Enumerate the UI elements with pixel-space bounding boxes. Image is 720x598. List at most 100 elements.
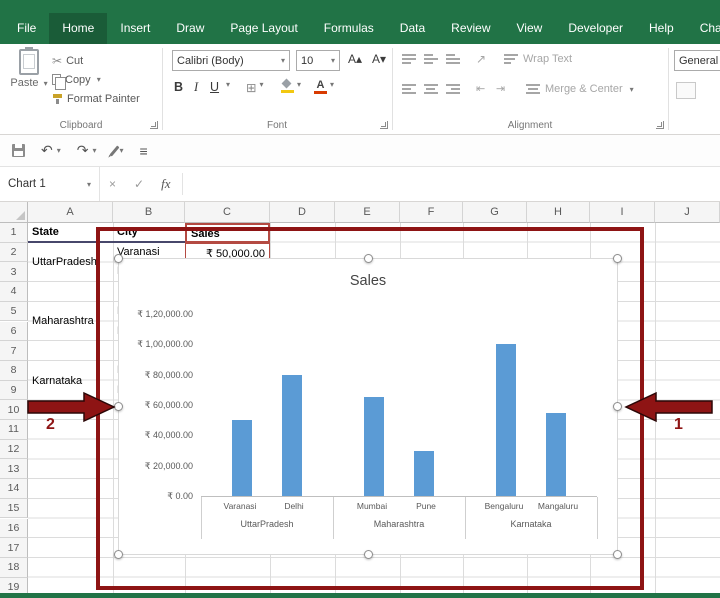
chevron-down-icon[interactable]: ▾ <box>297 80 301 89</box>
tab-file[interactable]: File <box>4 13 49 44</box>
name-box[interactable]: Chart 1 ▾ <box>0 167 100 201</box>
redo-button[interactable]: ↷ ▾ <box>77 142 97 159</box>
enter-button[interactable]: ✓ <box>125 177 153 191</box>
chevron-down-icon[interactable]: ▾ <box>120 146 124 155</box>
cancel-button[interactable]: × <box>100 177 125 191</box>
underline-dropdown[interactable]: ▾ <box>224 80 230 100</box>
chart-bar-varanasi[interactable] <box>231 420 252 496</box>
select-all-corner[interactable] <box>0 202 28 223</box>
chart-handle-top-left[interactable] <box>114 254 123 263</box>
cell-C1[interactable]: Sales <box>185 223 270 243</box>
tab-review[interactable]: Review <box>438 13 503 44</box>
tab-formulas[interactable]: Formulas <box>311 13 387 44</box>
row-header-12[interactable]: 12 <box>0 439 28 460</box>
chevron-down-icon[interactable]: ▾ <box>57 146 61 155</box>
column-header-d[interactable]: D <box>270 202 335 223</box>
row-header-15[interactable]: 15 <box>0 498 28 519</box>
row-header-16[interactable]: 16 <box>0 518 28 539</box>
tab-home[interactable]: Home <box>49 13 108 44</box>
column-header-j[interactable]: J <box>655 202 720 223</box>
tab-chart-design[interactable]: Chart Design <box>687 13 720 44</box>
chevron-down-icon[interactable]: ▾ <box>44 79 48 88</box>
align-center-icon[interactable] <box>424 84 438 94</box>
tab-help[interactable]: Help <box>636 13 687 44</box>
cell-B1[interactable]: City <box>113 223 185 243</box>
insert-function-button[interactable]: fx <box>153 176 178 192</box>
undo-button[interactable]: ↶ ▾ <box>41 142 61 159</box>
column-header-i[interactable]: I <box>590 202 655 223</box>
chevron-down-icon[interactable]: ▾ <box>281 56 285 65</box>
fill-color-button[interactable]: ▾ <box>280 80 301 100</box>
column-header-a[interactable]: A <box>28 202 113 223</box>
align-bottom-icon[interactable] <box>446 54 460 64</box>
tab-developer[interactable]: Developer <box>555 13 636 44</box>
column-header-h[interactable]: H <box>527 202 590 223</box>
row-header-1[interactable]: 1 <box>0 223 28 243</box>
row-header-13[interactable]: 13 <box>0 459 28 480</box>
chevron-down-icon[interactable]: ▾ <box>331 56 335 65</box>
row-header-8[interactable]: 8 <box>0 360 28 381</box>
underline-button[interactable]: U <box>210 80 219 100</box>
chart-handle-middle-right[interactable] <box>613 402 622 411</box>
chart-handle-top-middle[interactable] <box>364 254 373 263</box>
tab-data[interactable]: Data <box>387 13 438 44</box>
row-header-7[interactable]: 7 <box>0 341 28 361</box>
chart-handle-bottom-middle[interactable] <box>364 550 373 559</box>
chevron-down-icon[interactable]: ▾ <box>92 146 96 155</box>
orientation-button[interactable]: ↗ <box>476 52 486 66</box>
chart-object[interactable]: Sales ₹ 0.00 ₹ 20,000.00 ₹ 40,000.00 ₹ 60,0… <box>114 254 622 559</box>
row-header-17[interactable]: 17 <box>0 538 28 558</box>
number-format-button[interactable] <box>676 82 696 99</box>
chevron-down-icon[interactable]: ▾ <box>330 80 334 89</box>
format-painter-button[interactable]: Format Painter <box>52 90 140 107</box>
row-header-10[interactable]: 10 <box>0 400 28 420</box>
chevron-down-icon[interactable]: ▾ <box>97 75 101 84</box>
decrease-indent-button[interactable]: ⇤ <box>476 82 485 95</box>
tab-view[interactable]: View <box>504 13 556 44</box>
italic-button[interactable]: I <box>194 80 198 100</box>
touch-mode-button[interactable]: ≡ <box>140 143 148 159</box>
chart-bar-mumbai[interactable] <box>363 397 384 496</box>
clipboard-dialog-launcher[interactable] <box>150 121 158 129</box>
tab-draw[interactable]: Draw <box>163 13 217 44</box>
align-left-icon[interactable] <box>402 84 416 94</box>
column-header-b[interactable]: B <box>113 202 185 223</box>
chevron-down-icon[interactable]: ▾ <box>259 80 263 89</box>
cell-A2-merged[interactable]: UttarPradesh <box>28 243 113 282</box>
copy-button[interactable]: Copy ▾ <box>52 71 101 90</box>
row-header-9[interactable]: 9 <box>0 380 28 401</box>
chart-handle-bottom-left[interactable] <box>114 550 123 559</box>
chart-bar-delhi[interactable] <box>282 374 303 496</box>
cell-A1[interactable]: State <box>28 223 113 243</box>
cut-button[interactable]: ✂ Cut <box>52 52 83 69</box>
tab-insert[interactable]: Insert <box>107 13 163 44</box>
column-header-e[interactable]: E <box>335 202 400 223</box>
row-header-4[interactable]: 4 <box>0 282 28 302</box>
chart-handle-top-right[interactable] <box>613 254 622 263</box>
row-header-11[interactable]: 11 <box>0 420 28 440</box>
font-size-combo[interactable]: 10 ▾ <box>296 50 340 71</box>
cell-A5-merged[interactable]: Maharashtra <box>28 302 113 341</box>
align-right-icon[interactable] <box>446 84 460 94</box>
paste-button[interactable]: Paste ▾ <box>8 47 50 113</box>
font-color-button[interactable]: A ▾ <box>314 80 334 100</box>
chevron-down-icon[interactable]: ▾ <box>630 85 634 94</box>
align-middle-icon[interactable] <box>424 54 438 64</box>
increase-indent-button[interactable]: ⇥ <box>496 82 505 95</box>
chart-bar-bengaluru[interactable] <box>495 344 516 496</box>
align-top-icon[interactable] <box>402 54 416 64</box>
row-header-14[interactable]: 14 <box>0 479 28 499</box>
grow-font-button[interactable]: A▴ <box>348 52 362 66</box>
chart-bar-mangaluru[interactable] <box>546 412 567 496</box>
column-header-c[interactable]: C <box>185 202 270 223</box>
font-name-combo[interactable]: Calibri (Body) ▾ <box>172 50 290 71</box>
borders-button[interactable]: ⊞ ▾ <box>246 80 264 100</box>
chevron-down-icon[interactable]: ▾ <box>87 180 91 189</box>
bold-button[interactable]: B <box>174 80 183 100</box>
row-header-6[interactable]: 6 <box>0 321 28 342</box>
wrap-text-button[interactable]: Wrap Text <box>504 53 572 65</box>
number-format-combo[interactable]: General <box>674 50 720 71</box>
formula-bar[interactable] <box>187 167 720 201</box>
row-header-2[interactable]: 2 <box>0 242 28 263</box>
chart-handle-bottom-right[interactable] <box>613 550 622 559</box>
